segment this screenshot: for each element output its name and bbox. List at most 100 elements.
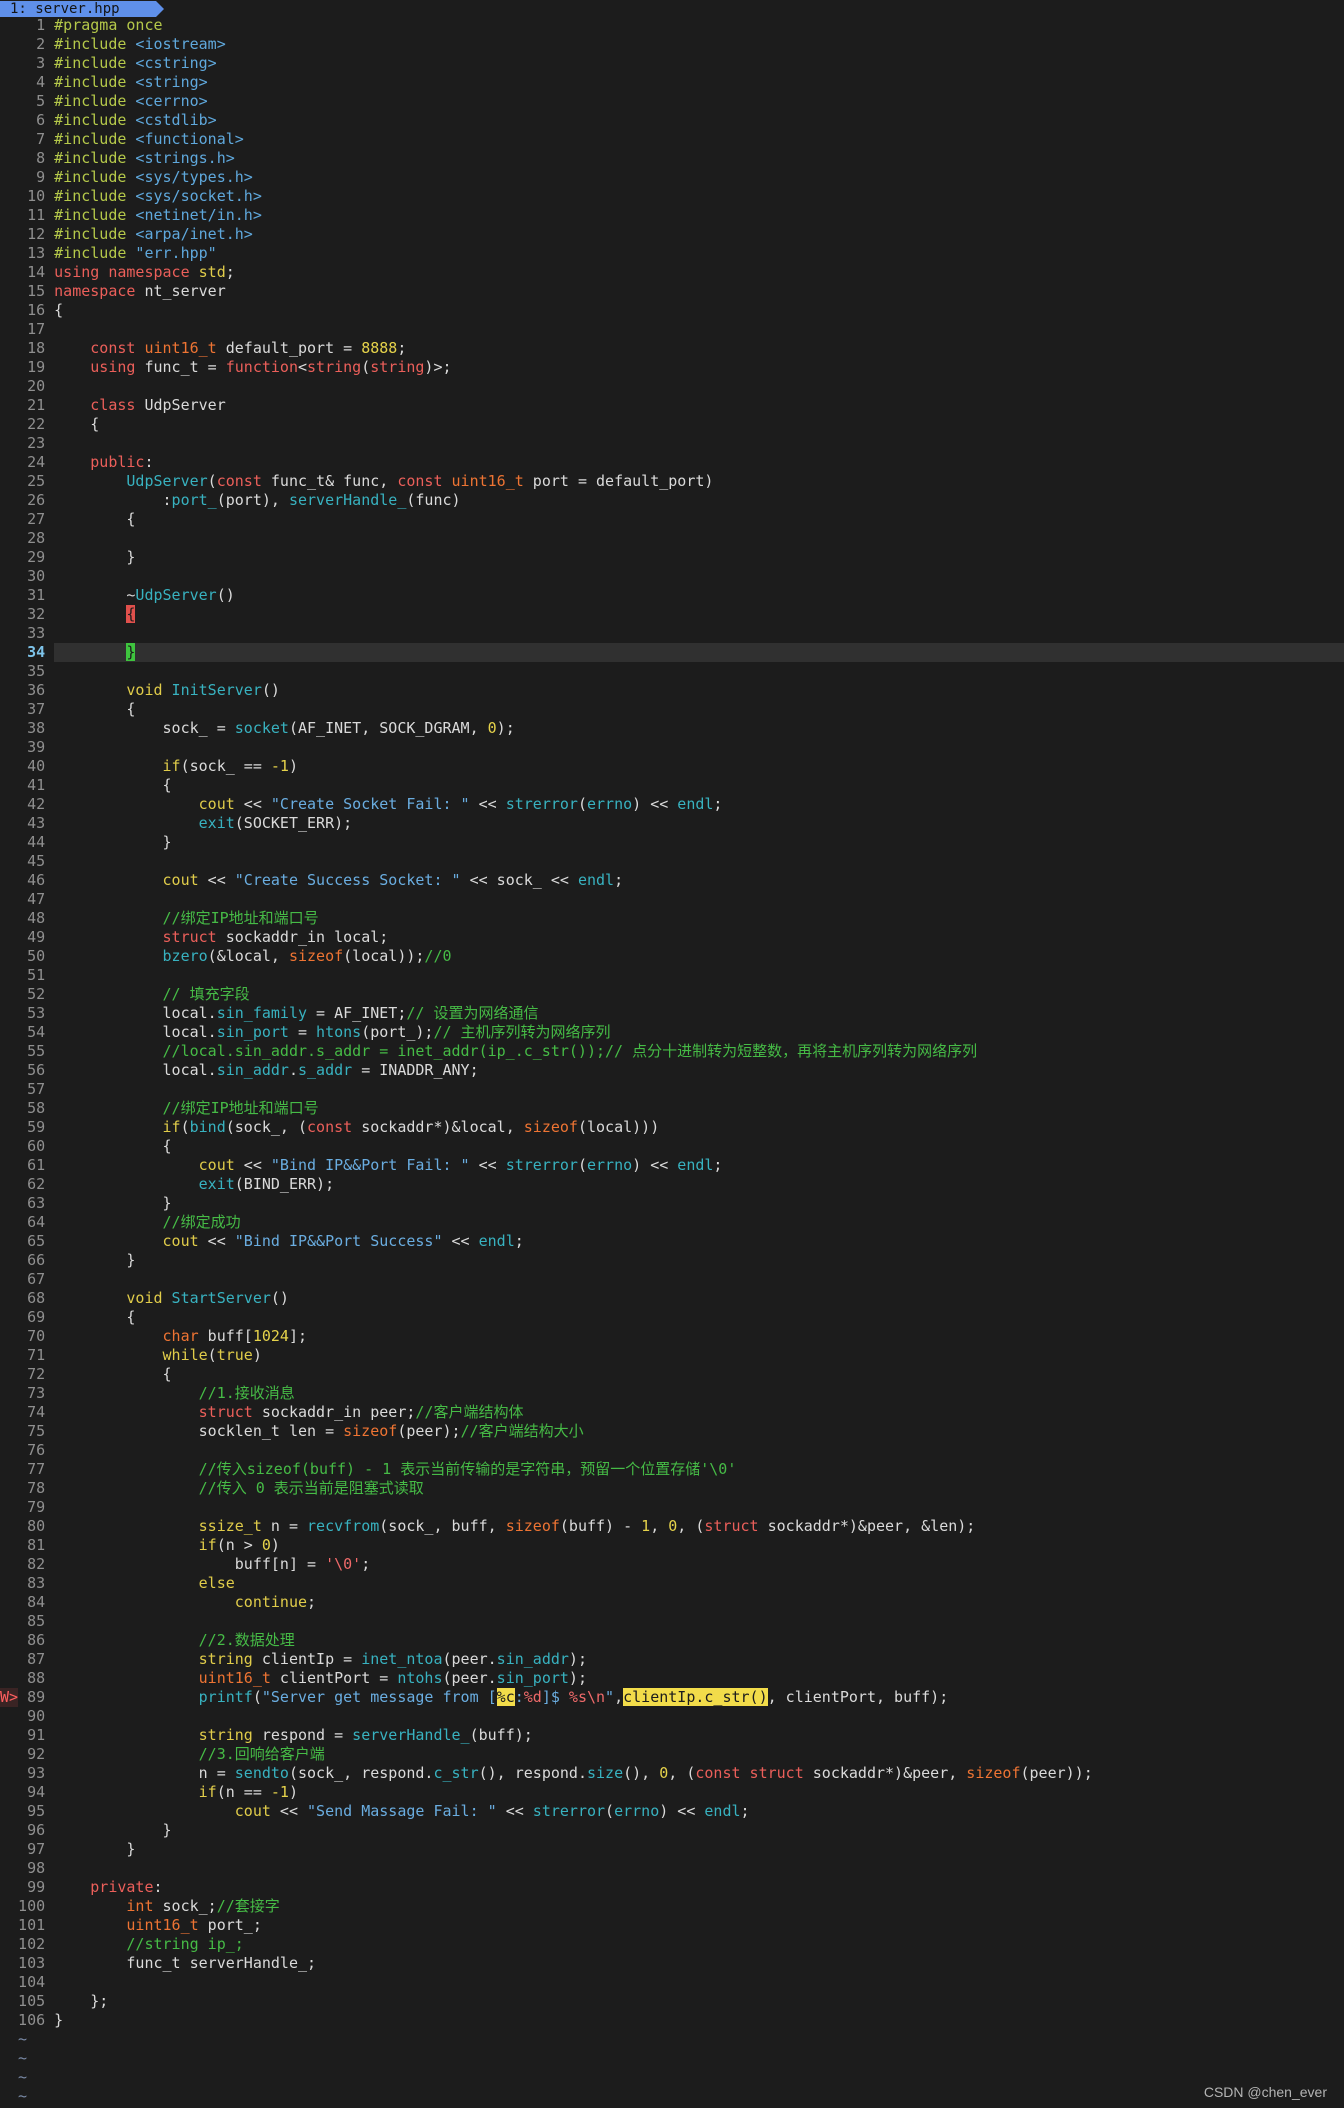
code-line[interactable]: 53 local.sin_family = AF_INET;// 设置为网络通信 bbox=[0, 1004, 1344, 1023]
code-line[interactable]: 78 //传入 0 表示当前是阻塞式读取 bbox=[0, 1479, 1344, 1498]
code-line[interactable]: 49 struct sockaddr_in local; bbox=[0, 928, 1344, 947]
code-line[interactable]: 3 #include <cstring> bbox=[0, 54, 1344, 73]
code-line[interactable]: 103 func_t serverHandle_; bbox=[0, 1954, 1344, 1973]
code-line[interactable]: 72 { bbox=[0, 1365, 1344, 1384]
code-line[interactable]: 102 //string ip_; bbox=[0, 1935, 1344, 1954]
code-line[interactable]: 79 bbox=[0, 1498, 1344, 1517]
code-line[interactable]: 64 //绑定成功 bbox=[0, 1213, 1344, 1232]
code-line[interactable]: 60 { bbox=[0, 1137, 1344, 1156]
code-line[interactable]: 71 while(true) bbox=[0, 1346, 1344, 1365]
code-line[interactable]: 66 } bbox=[0, 1251, 1344, 1270]
code-line[interactable]: 86 //2.数据处理 bbox=[0, 1631, 1344, 1650]
editor-buffer[interactable]: 1 #pragma once 2 #include <iostream> 3 #inclu… bbox=[0, 16, 1344, 2106]
code-line[interactable]: 70 char buff[1024]; bbox=[0, 1327, 1344, 1346]
code-line[interactable]: 19 using func_t = function<string(string… bbox=[0, 358, 1344, 377]
code-line[interactable]: 76 bbox=[0, 1441, 1344, 1460]
code-line[interactable]: 5 #include <cerrno> bbox=[0, 92, 1344, 111]
code-line[interactable]: 14 using namespace std; bbox=[0, 263, 1344, 282]
code-line[interactable]: 93 n = sendto(sock_, respond.c_str(), re… bbox=[0, 1764, 1344, 1783]
code-line[interactable]: 68 void StartServer() bbox=[0, 1289, 1344, 1308]
code-line[interactable]: 33 bbox=[0, 624, 1344, 643]
code-line[interactable]: 74 struct sockaddr_in peer;//客户端结构体 bbox=[0, 1403, 1344, 1422]
code-line[interactable]: 10 #include <sys/socket.h> bbox=[0, 187, 1344, 206]
code-line[interactable]: 82 buff[n] = '\0'; bbox=[0, 1555, 1344, 1574]
code-line[interactable]: 45 bbox=[0, 852, 1344, 871]
code-line[interactable]: 29 } bbox=[0, 548, 1344, 567]
code-line[interactable]: 12 #include <arpa/inet.h> bbox=[0, 225, 1344, 244]
code-line[interactable]: 18 const uint16_t default_port = 8888; bbox=[0, 339, 1344, 358]
code-line[interactable]: 58 //绑定IP地址和端口号 bbox=[0, 1099, 1344, 1118]
code-line[interactable]: 17 bbox=[0, 320, 1344, 339]
code-line[interactable]: 16 { bbox=[0, 301, 1344, 320]
code-line[interactable]: 30 bbox=[0, 567, 1344, 586]
code-line[interactable]: 51 bbox=[0, 966, 1344, 985]
code-line[interactable]: 1 #pragma once bbox=[0, 16, 1344, 35]
code-line[interactable]: 6 #include <cstdlib> bbox=[0, 111, 1344, 130]
code-line[interactable]: 92 //3.回响给客户端 bbox=[0, 1745, 1344, 1764]
code-line[interactable]: 7 #include <functional> bbox=[0, 130, 1344, 149]
code-line[interactable]: 56 local.sin_addr.s_addr = INADDR_ANY; bbox=[0, 1061, 1344, 1080]
code-line[interactable]: 104 bbox=[0, 1973, 1344, 1992]
code-line[interactable]: 63 } bbox=[0, 1194, 1344, 1213]
code-line[interactable]: 87 string clientIp = inet_ntoa(peer.sin_… bbox=[0, 1650, 1344, 1669]
code-line[interactable]: 40 if(sock_ == -1) bbox=[0, 757, 1344, 776]
code-line[interactable]: 105 }; bbox=[0, 1992, 1344, 2011]
code-line[interactable]: 88 uint16_t clientPort = ntohs(peer.sin_… bbox=[0, 1669, 1344, 1688]
code-line[interactable]: 98 bbox=[0, 1859, 1344, 1878]
code-line[interactable]: 39 bbox=[0, 738, 1344, 757]
code-line[interactable]: 20 bbox=[0, 377, 1344, 396]
code-line[interactable]: 67 bbox=[0, 1270, 1344, 1289]
code-line[interactable]: 2 #include <iostream> bbox=[0, 35, 1344, 54]
code-line[interactable]: 24 public: bbox=[0, 453, 1344, 472]
code-line[interactable]: 69 { bbox=[0, 1308, 1344, 1327]
code-line[interactable]: 57 bbox=[0, 1080, 1344, 1099]
code-line[interactable]: 83 else bbox=[0, 1574, 1344, 1593]
code-line[interactable]: 99 private: bbox=[0, 1878, 1344, 1897]
code-line[interactable]: 81 if(n > 0) bbox=[0, 1536, 1344, 1555]
code-line[interactable]: 15 namespace nt_server bbox=[0, 282, 1344, 301]
code-line[interactable]: 61 cout << "Bind IP&&Port Fail: " << str… bbox=[0, 1156, 1344, 1175]
code-line[interactable]: 75 socklen_t len = sizeof(peer);//客户端结构大… bbox=[0, 1422, 1344, 1441]
code-line[interactable]: W> 89 printf("Server get message from [%c… bbox=[0, 1688, 1344, 1707]
code-line[interactable]: 42 cout << "Create Socket Fail: " << str… bbox=[0, 795, 1344, 814]
code-line[interactable]: 34 } bbox=[0, 643, 1344, 662]
code-line[interactable]: 43 exit(SOCKET_ERR); bbox=[0, 814, 1344, 833]
code-line[interactable]: 90 bbox=[0, 1707, 1344, 1726]
code-line[interactable]: 85 bbox=[0, 1612, 1344, 1631]
code-line[interactable]: 91 string respond = serverHandle_(buff); bbox=[0, 1726, 1344, 1745]
code-line[interactable]: 59 if(bind(sock_, (const sockaddr*)&loca… bbox=[0, 1118, 1344, 1137]
code-line[interactable]: 95 cout << "Send Massage Fail: " << stre… bbox=[0, 1802, 1344, 1821]
code-line[interactable]: 44 } bbox=[0, 833, 1344, 852]
code-line[interactable]: 96 } bbox=[0, 1821, 1344, 1840]
code-line[interactable]: 55 //local.sin_addr.s_addr = inet_addr(i… bbox=[0, 1042, 1344, 1061]
code-line[interactable]: 36 void InitServer() bbox=[0, 681, 1344, 700]
code-line[interactable]: 11 #include <netinet/in.h> bbox=[0, 206, 1344, 225]
code-line[interactable]: 94 if(n == -1) bbox=[0, 1783, 1344, 1802]
code-line[interactable]: 50 bzero(&local, sizeof(local));//0 bbox=[0, 947, 1344, 966]
code-line[interactable]: 100 int sock_;//套接字 bbox=[0, 1897, 1344, 1916]
code-line[interactable]: 48 //绑定IP地址和端口号 bbox=[0, 909, 1344, 928]
code-line[interactable]: 37 { bbox=[0, 700, 1344, 719]
code-line[interactable]: 8 #include <strings.h> bbox=[0, 149, 1344, 168]
code-line[interactable]: 22 { bbox=[0, 415, 1344, 434]
code-line[interactable]: 4 #include <string> bbox=[0, 73, 1344, 92]
code-line[interactable]: 65 cout << "Bind IP&&Port Success" << en… bbox=[0, 1232, 1344, 1251]
code-line[interactable]: 38 sock_ = socket(AF_INET, SOCK_DGRAM, 0… bbox=[0, 719, 1344, 738]
code-line[interactable]: 35 bbox=[0, 662, 1344, 681]
code-line[interactable]: 101 uint16_t port_; bbox=[0, 1916, 1344, 1935]
code-line[interactable]: 54 local.sin_port = htons(port_);// 主机序列… bbox=[0, 1023, 1344, 1042]
code-line[interactable]: 47 bbox=[0, 890, 1344, 909]
code-line[interactable]: 80 ssize_t n = recvfrom(sock_, buff, siz… bbox=[0, 1517, 1344, 1536]
code-line[interactable]: 32 { bbox=[0, 605, 1344, 624]
code-line[interactable]: 31 ~UdpServer() bbox=[0, 586, 1344, 605]
code-line[interactable]: 9 #include <sys/types.h> bbox=[0, 168, 1344, 187]
tab-server-hpp[interactable]: 1: server.hpp bbox=[0, 1, 164, 17]
code-line[interactable]: 106} bbox=[0, 2011, 1344, 2030]
code-line[interactable]: 26 :port_(port), serverHandle_(func) bbox=[0, 491, 1344, 510]
code-line[interactable]: 77 //传入sizeof(buff) - 1 表示当前传输的是字符串，预留一个… bbox=[0, 1460, 1344, 1479]
code-line[interactable]: 23 bbox=[0, 434, 1344, 453]
code-line[interactable]: 97 } bbox=[0, 1840, 1344, 1859]
code-line[interactable]: 28 bbox=[0, 529, 1344, 548]
code-line[interactable]: 52 // 填充字段 bbox=[0, 985, 1344, 1004]
code-line[interactable]: 46 cout << "Create Success Socket: " << … bbox=[0, 871, 1344, 890]
